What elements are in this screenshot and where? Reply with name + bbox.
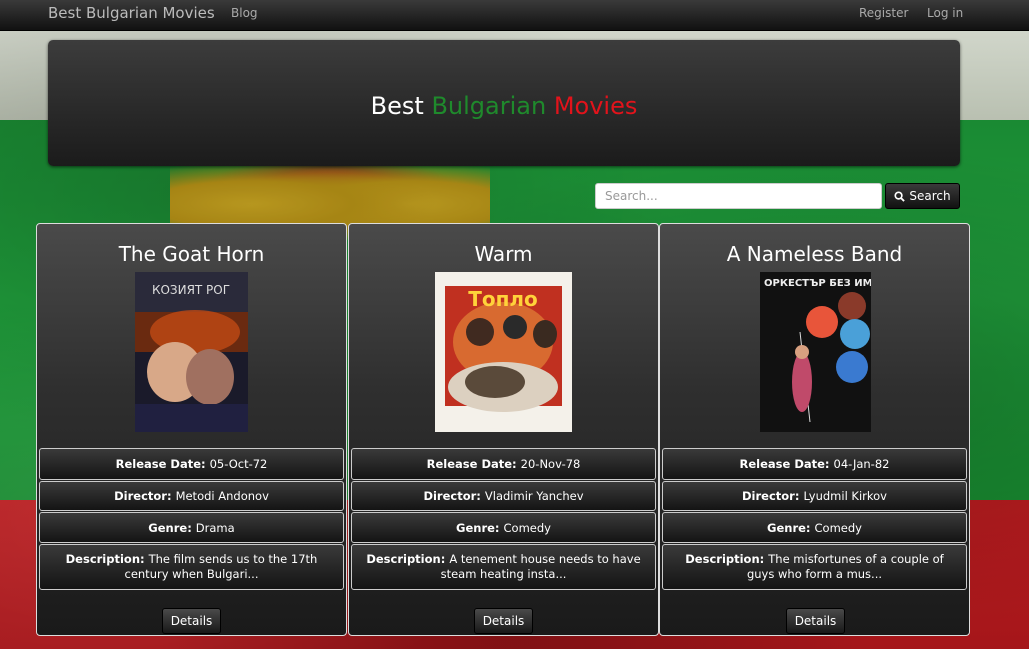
title-word-movies: Movies bbox=[553, 92, 638, 120]
release-date-row: Release Date: 05-Oct-72 bbox=[39, 448, 344, 480]
movie-title: A Nameless Band bbox=[726, 242, 903, 266]
page-title: Best Bulgarian Movies bbox=[48, 92, 960, 120]
svg-text:КОЗИЯТ РОГ: КОЗИЯТ РОГ bbox=[152, 283, 230, 297]
release-date-row: Release Date: 20-Nov-78 bbox=[351, 448, 656, 480]
description-row: Description: The misfortunes of a couple … bbox=[662, 544, 967, 590]
release-date-value: 04-Jan-82 bbox=[833, 457, 890, 471]
director-row: Director: Metodi Andonov bbox=[39, 481, 344, 511]
release-date-value: 20-Nov-78 bbox=[520, 457, 581, 471]
director-label: Director: bbox=[423, 489, 481, 503]
title-word-bulgarian: Bulgarian bbox=[431, 92, 547, 120]
description-label: Description: bbox=[65, 552, 145, 566]
director-value: Lyudmil Kirkov bbox=[803, 489, 887, 503]
release-date-label: Release Date: bbox=[739, 457, 830, 471]
movie-poster[interactable]: ОРКЕСТЪР БЕЗ ИМЕ bbox=[760, 272, 871, 432]
details-button[interactable]: Details bbox=[162, 608, 221, 634]
release-date-row: Release Date: 04-Jan-82 bbox=[662, 448, 967, 480]
description-row: Description: The film sends us to the 17t… bbox=[39, 544, 344, 590]
hero-banner: Best Bulgarian Movies bbox=[48, 40, 960, 166]
release-date-label: Release Date: bbox=[115, 457, 206, 471]
director-row: Director: Vladimir Yanchev bbox=[351, 481, 656, 511]
search-button[interactable]: Search bbox=[885, 183, 960, 209]
genre-row: Genre: Drama bbox=[39, 512, 344, 543]
director-value: Metodi Andonov bbox=[175, 489, 269, 503]
movie-poster[interactable]: КОЗИЯТ РОГ bbox=[135, 272, 248, 432]
movie-card: A Nameless Band ОРКЕСТЪР БЕЗ ИМЕ Release… bbox=[659, 223, 970, 636]
movie-card: The Goat Horn КОЗИЯТ РОГ Release Date: 0… bbox=[36, 223, 347, 636]
brand-link[interactable]: Best Bulgarian Movies bbox=[48, 4, 215, 22]
details-button[interactable]: Details bbox=[786, 608, 845, 634]
description-label: Description: bbox=[366, 552, 446, 566]
description-value: The film sends us to the 17th century wh… bbox=[124, 552, 318, 581]
genre-value: Comedy bbox=[503, 520, 551, 535]
movie-poster[interactable]: Топло bbox=[435, 272, 572, 432]
top-navbar: Best Bulgarian Movies Blog Register Log … bbox=[0, 0, 1029, 31]
genre-label: Genre: bbox=[148, 520, 192, 535]
description-label: Description: bbox=[685, 552, 765, 566]
director-label: Director: bbox=[741, 489, 800, 503]
genre-row: Genre: Comedy bbox=[662, 512, 967, 543]
nav-link-blog[interactable]: Blog bbox=[231, 6, 258, 20]
description-value: The misfortunes of a couple of guys who … bbox=[746, 552, 944, 581]
svg-text:Топло: Топло bbox=[468, 287, 538, 311]
description-value: A tenement house needs to have steam hea… bbox=[440, 552, 641, 581]
search-icon bbox=[894, 190, 906, 202]
genre-label: Genre: bbox=[456, 520, 500, 535]
title-word-best: Best bbox=[370, 92, 424, 120]
movie-title: Warm bbox=[474, 242, 533, 266]
director-label: Director: bbox=[114, 489, 172, 503]
director-row: Director: Lyudmil Kirkov bbox=[662, 481, 967, 511]
release-date-value: 05-Oct-72 bbox=[209, 457, 268, 471]
genre-value: Comedy bbox=[814, 520, 862, 535]
director-value: Vladimir Yanchev bbox=[484, 489, 584, 503]
nav-link-register[interactable]: Register bbox=[859, 6, 908, 20]
details-button[interactable]: Details bbox=[474, 608, 533, 634]
release-date-label: Release Date: bbox=[426, 457, 517, 471]
description-row: Description: A tenement house needs to ha… bbox=[351, 544, 656, 590]
search-input[interactable] bbox=[595, 183, 882, 209]
svg-text:ОРКЕСТЪР БЕЗ ИМЕ: ОРКЕСТЪР БЕЗ ИМЕ bbox=[764, 278, 871, 289]
nav-link-login[interactable]: Log in bbox=[927, 6, 963, 20]
genre-label: Genre: bbox=[767, 520, 811, 535]
genre-row: Genre: Comedy bbox=[351, 512, 656, 543]
search-button-label: Search bbox=[909, 189, 951, 203]
genre-value: Drama bbox=[195, 520, 235, 535]
movie-card: Warm Топло Release Date: 20-Nov-78 Direc… bbox=[348, 223, 659, 636]
movie-title: The Goat Horn bbox=[118, 242, 265, 266]
